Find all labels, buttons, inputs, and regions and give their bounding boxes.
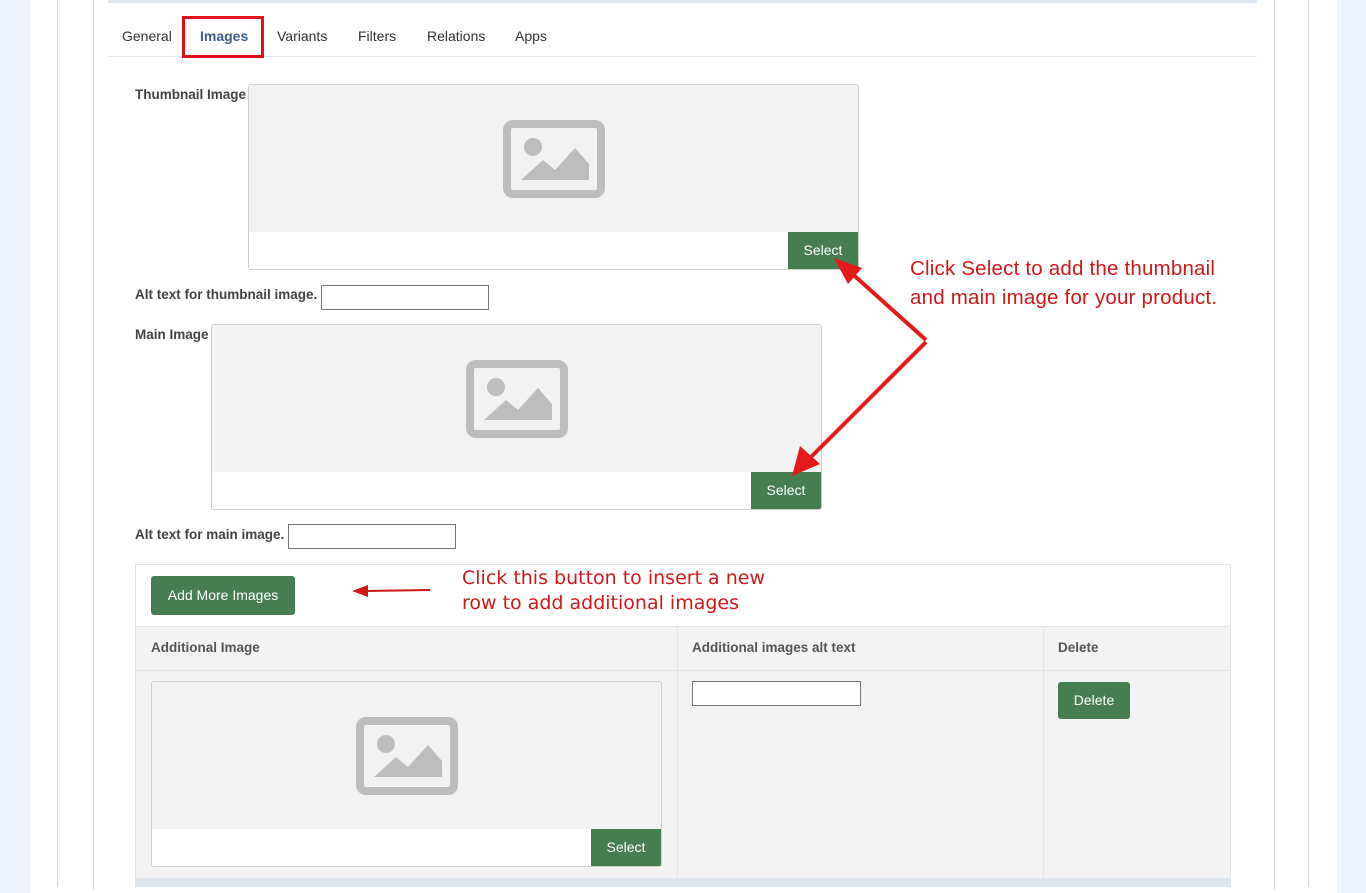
- image-placeholder-icon: [355, 717, 458, 795]
- thumbnail-path-input[interactable]: [249, 232, 790, 269]
- frame-line-left: [57, 0, 58, 887]
- main-image-label: Main Image: [135, 327, 209, 342]
- image-placeholder-icon: [465, 360, 568, 438]
- column-divider: [1043, 626, 1044, 879]
- thumbnail-select-button[interactable]: Select: [788, 232, 858, 269]
- thumbnail-alt-input[interactable]: [321, 285, 489, 310]
- tab-images-highlight: [182, 16, 264, 58]
- tab-apps[interactable]: Apps: [515, 14, 547, 56]
- additional-image-alt-input[interactable]: [692, 681, 861, 706]
- additional-image-select-button[interactable]: Select: [591, 829, 661, 866]
- main-image-alt-input[interactable]: [288, 524, 456, 549]
- tab-general[interactable]: General: [122, 14, 172, 56]
- tab-variants[interactable]: Variants: [277, 14, 327, 56]
- select-annotation-line-1: Click Select to add the thumbnail: [910, 257, 1216, 280]
- frame-line-right: [1308, 0, 1309, 887]
- additional-image-field: Select: [151, 681, 662, 867]
- tab-relations[interactable]: Relations: [427, 14, 485, 56]
- main-image-alt-label: Alt text for main image.: [135, 527, 285, 542]
- thumbnail-alt-label: Alt text for thumbnail image.: [135, 287, 318, 302]
- main-image-path-input[interactable]: [212, 472, 753, 509]
- additional-images-table-footer: [135, 879, 1231, 887]
- column-header-additional-image: Additional Image: [151, 640, 260, 655]
- select-annotation: Click Select to add the thumbnail and ma…: [910, 254, 1217, 312]
- add-annotation-line-1: Click this button to insert a new: [462, 567, 766, 589]
- add-annotation-line-2: row to add additional images: [462, 592, 739, 614]
- additional-image-preview[interactable]: [152, 682, 661, 831]
- panel-top-bar: [108, 0, 1257, 3]
- image-placeholder-icon: [502, 120, 605, 198]
- thumbnail-image-field: Select: [248, 84, 859, 270]
- main-image-field: Select: [211, 324, 822, 510]
- main-image-select-button[interactable]: Select: [751, 472, 821, 509]
- additional-image-path-input[interactable]: [152, 829, 593, 866]
- thumbnail-preview[interactable]: [249, 85, 858, 234]
- add-more-images-button[interactable]: Add More Images: [151, 576, 295, 615]
- main-image-preview[interactable]: [212, 325, 821, 474]
- column-header-delete: Delete: [1058, 640, 1099, 655]
- tab-filters[interactable]: Filters: [358, 14, 396, 56]
- thumbnail-image-label: Thumbnail Image: [135, 87, 247, 102]
- add-annotation: Click this button to insert a new row to…: [462, 566, 765, 616]
- column-header-alt-text: Additional images alt text: [692, 640, 856, 655]
- delete-row-button[interactable]: Delete: [1058, 682, 1130, 719]
- select-annotation-line-2: and main image for your product.: [910, 286, 1218, 309]
- product-tabs: General Images Variants Filters Relation…: [108, 14, 1257, 57]
- column-divider: [677, 626, 678, 879]
